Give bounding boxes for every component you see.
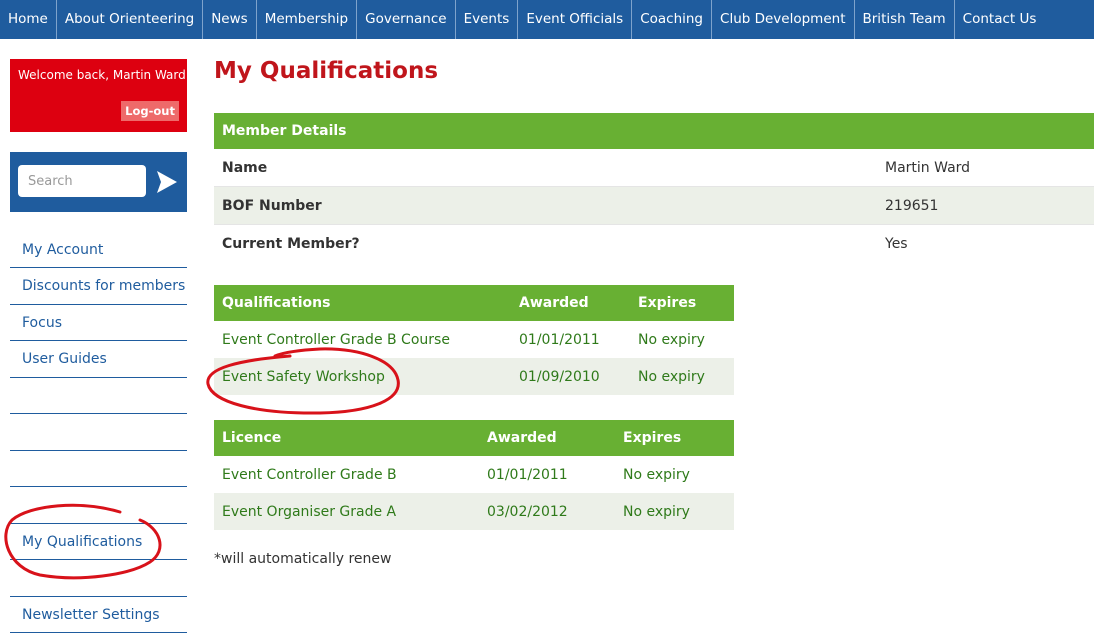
table-row: Event Safety Workshop 01/09/2010 No expi… [214,358,734,395]
sidebar-menu: My Account Discounts for members Focus U… [10,232,187,633]
nav-club-development[interactable]: Club Development [712,0,855,39]
row-value: 219651 [877,186,1094,225]
sidebar-item-user-guides[interactable]: User Guides [10,341,187,378]
column-header: Expires [615,420,734,456]
awarded-date: 01/01/2011 [487,466,568,483]
nav-home[interactable]: Home [0,0,57,39]
licence-table: Licence Awarded Expires Event Controller… [214,420,734,530]
licence-name[interactable]: Event Organiser Grade A [214,493,479,530]
column-header: Awarded [511,285,630,321]
table-row: Event Organiser Grade A 03/02/2012 No ex… [214,493,734,530]
sidebar-item-newsletter-settings[interactable]: Newsletter Settings [10,597,187,633]
column-header: Awarded [479,420,615,456]
table-row: BOF Number 219651 [214,186,1094,225]
licence-name[interactable]: Event Controller Grade B [214,456,479,493]
sidebar-item-blank-2[interactable] [10,414,187,451]
logout-button[interactable]: Log-out [121,101,179,121]
nav-british-team[interactable]: British Team [855,0,955,39]
nav-about-orienteering[interactable]: About Orienteering [57,0,204,39]
qualifications-table: Qualifications Awarded Expires Event Con… [214,285,734,395]
row-label: BOF Number [214,186,877,225]
awarded-date: 03/02/2012 [479,493,615,530]
nav-contact-us[interactable]: Contact Us [955,0,1045,39]
sidebar-item-discounts[interactable]: Discounts for members [10,268,187,305]
qualification-name[interactable]: Event Safety Workshop [214,358,511,395]
welcome-message: Welcome back, Martin Ward [18,68,186,82]
sidebar-item-my-qualifications[interactable]: My Qualifications [10,524,187,560]
footnote: *will automatically renew [214,551,392,567]
search-input[interactable] [18,165,146,197]
expiry: No expiry [623,466,690,483]
expiry: No expiry [615,493,734,530]
welcome-panel: Welcome back, Martin Ward Log-out [10,59,187,132]
column-header: Qualifications [214,285,511,321]
expiry: No expiry [638,331,705,348]
table-row: Name Martin Ward [214,149,1094,187]
page-title: My Qualifications [214,58,439,84]
sidebar-item-blank-4[interactable] [10,487,187,524]
table-row: Event Controller Grade B 01/01/2011 No e… [214,456,734,493]
row-value: Yes [885,235,908,252]
arrow-right-icon[interactable] [155,169,179,195]
sidebar-item-blank-3[interactable] [10,451,187,487]
column-header: Licence [214,420,479,456]
table-row: Event Controller Grade B Course 01/01/20… [214,321,734,358]
expiry: No expiry [630,358,734,395]
table-row: Current Member? Yes [214,225,1094,263]
awarded-date: 01/09/2010 [511,358,630,395]
row-label: Name [214,149,877,187]
sidebar-item-blank-5[interactable] [10,560,187,597]
nav-governance[interactable]: Governance [357,0,456,39]
column-header: Expires [630,285,734,321]
qualification-name[interactable]: Event Controller Grade B Course [214,321,511,358]
row-label: Current Member? [222,235,360,252]
search-panel [10,152,187,212]
member-details-table: Member Details Name Martin Ward BOF Numb… [214,113,1094,262]
top-navigation: Home About Orienteering News Membership … [0,0,1094,39]
nav-membership[interactable]: Membership [257,0,358,39]
sidebar-item-blank-1[interactable] [10,378,187,414]
nav-events[interactable]: Events [456,0,519,39]
sidebar-item-my-account[interactable]: My Account [10,232,187,268]
awarded-date: 01/01/2011 [519,331,600,348]
nav-news[interactable]: News [203,0,257,39]
row-value: Martin Ward [877,149,1094,187]
sidebar-item-focus[interactable]: Focus [10,305,187,341]
nav-coaching[interactable]: Coaching [632,0,713,39]
nav-event-officials[interactable]: Event Officials [518,0,633,39]
member-details-header: Member Details [214,113,1094,149]
